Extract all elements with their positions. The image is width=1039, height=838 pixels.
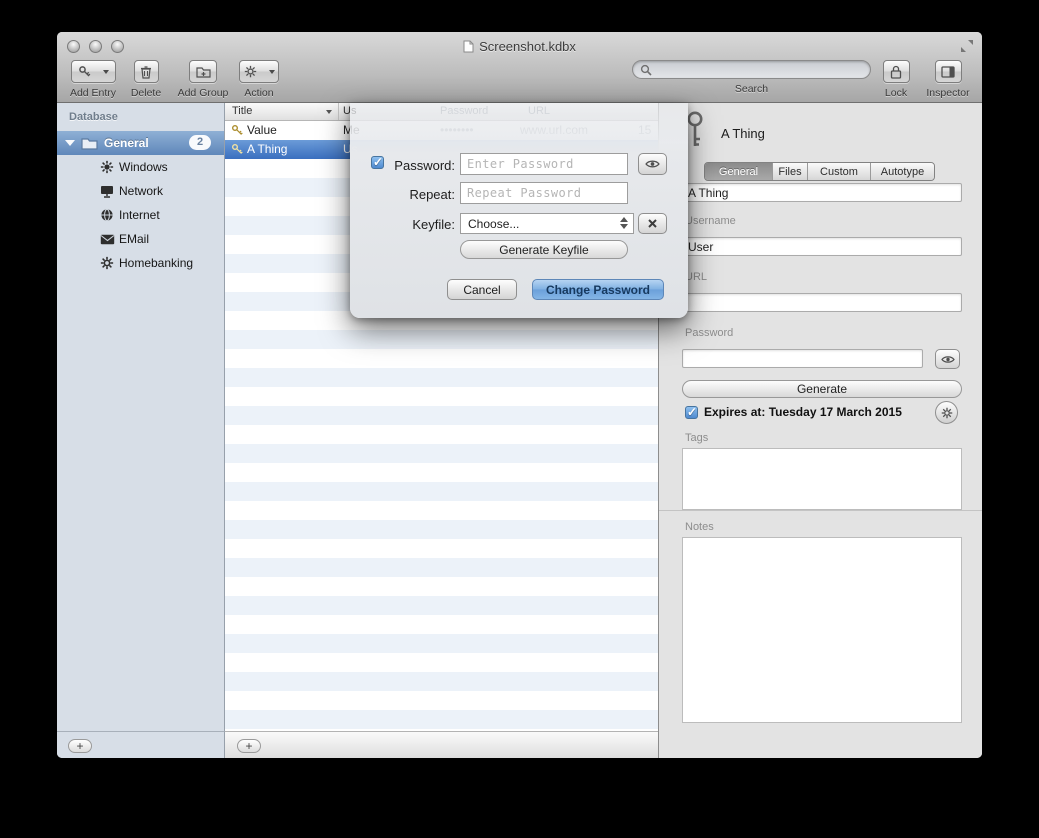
sidebar-footer: + — [57, 731, 225, 758]
tab-files[interactable]: Files — [773, 163, 808, 180]
inspector-label: Inspector — [926, 87, 969, 99]
eye-icon — [645, 159, 660, 169]
change-password-button[interactable]: Change Password — [532, 279, 664, 300]
tags-label: Tags — [685, 432, 708, 444]
action-label: Action — [244, 87, 273, 99]
envelope-icon — [100, 234, 115, 245]
sidebar-item-email[interactable]: EMail — [57, 227, 224, 251]
notes-field[interactable] — [682, 537, 962, 723]
key-icon — [231, 124, 243, 139]
sidebar-item-homebanking[interactable]: Homebanking — [57, 251, 224, 275]
sheet-show-password-button[interactable] — [638, 153, 667, 175]
column-divider[interactable] — [338, 103, 339, 120]
sidebar-section-header: Database — [69, 111, 118, 123]
window-chrome: Screenshot.kdbx Add Entry Delete — [57, 32, 982, 103]
url-field[interactable] — [682, 293, 962, 312]
trash-icon — [140, 65, 152, 79]
sheet-repeat-label: Repeat: — [350, 187, 455, 202]
section-divider — [659, 510, 982, 511]
entry-title: Value — [247, 123, 277, 137]
sidebar-item-general[interactable]: General 2 — [57, 131, 224, 155]
cancel-button[interactable]: Cancel — [447, 279, 517, 300]
notes-label: Notes — [685, 521, 714, 533]
window-title: Screenshot.kdbx — [57, 39, 982, 54]
sheet-password-label: Password: — [350, 158, 455, 173]
add-entry-footer-button[interactable]: + — [237, 739, 261, 753]
inspector-panel: A Thing General Files Custom Autotype Us… — [658, 103, 982, 758]
expires-label: Expires at: Tuesday 17 March 2015 — [704, 405, 902, 419]
disclosure-triangle-icon[interactable] — [65, 140, 75, 146]
chevron-down-icon — [103, 70, 109, 74]
lock-icon — [890, 65, 902, 79]
tab-custom[interactable]: Custom — [808, 163, 871, 180]
password-label: Password — [685, 327, 733, 339]
folder-plus-icon — [196, 66, 211, 78]
generate-keyfile-button[interactable]: Generate Keyfile — [460, 240, 628, 259]
keyfile-dropdown[interactable]: Choose... — [460, 213, 634, 234]
add-group-footer-button[interactable]: + — [68, 739, 92, 753]
url-label: URL — [685, 271, 707, 283]
inspector-panel-icon — [941, 66, 955, 78]
sheet-password-input[interactable] — [460, 153, 628, 175]
column-title[interactable]: Title — [232, 105, 252, 117]
add-group-button[interactable]: Add Group — [171, 60, 235, 99]
close-icon — [648, 219, 657, 228]
add-entry-button[interactable]: Add Entry — [65, 60, 121, 99]
sheet-keyfile-label: Keyfile: — [350, 217, 455, 232]
inspector-tab-bar: General Files Custom Autotype — [704, 162, 935, 181]
key-icon — [231, 143, 243, 158]
search-label: Search — [735, 83, 768, 95]
lock-label: Lock — [885, 87, 907, 99]
expiry-options-button[interactable] — [935, 401, 958, 424]
inspector-entry-title: A Thing — [721, 126, 765, 141]
gear-icon — [100, 256, 115, 270]
chevron-down-icon — [269, 70, 275, 74]
clear-keyfile-button[interactable] — [638, 213, 667, 234]
sidebar: Database General 2 Windows Network Inter… — [57, 103, 225, 731]
tab-general[interactable]: General — [705, 163, 773, 180]
tab-autotype[interactable]: Autotype — [871, 163, 934, 180]
search-input[interactable] — [632, 60, 871, 79]
add-entry-label: Add Entry — [70, 87, 116, 99]
username-field[interactable] — [682, 237, 962, 256]
list-footer: + — [225, 731, 658, 758]
document-icon — [463, 40, 474, 53]
folder-icon — [81, 137, 98, 150]
expires-checkbox[interactable] — [685, 406, 698, 419]
sidebar-item-windows[interactable]: Windows — [57, 155, 224, 179]
sort-caret-icon — [326, 110, 332, 114]
delete-label: Delete — [131, 87, 161, 99]
globe-icon — [100, 208, 115, 222]
show-password-button[interactable] — [935, 349, 960, 369]
change-password-sheet: Password: Repeat: Keyfile: Choose... Gen… — [350, 103, 688, 318]
sidebar-item-network[interactable]: Network — [57, 179, 224, 203]
sidebar-item-internet[interactable]: Internet — [57, 203, 224, 227]
username-label: Username — [685, 215, 736, 227]
entry-count-badge: 2 — [189, 135, 211, 150]
sheet-repeat-input[interactable] — [460, 182, 628, 204]
lock-button[interactable]: Lock — [875, 60, 917, 99]
fullscreen-icon[interactable] — [959, 38, 975, 54]
entry-title: A Thing — [247, 142, 287, 156]
eye-icon — [941, 355, 955, 364]
stepper-arrows-icon — [620, 217, 628, 229]
sidebar-group-label: General — [104, 136, 149, 150]
generate-password-button[interactable]: Generate — [682, 380, 962, 398]
display-icon — [100, 185, 115, 198]
title-field[interactable] — [682, 183, 962, 202]
search-icon — [640, 64, 652, 76]
app-window: Screenshot.kdbx Add Entry Delete — [57, 32, 982, 758]
delete-button[interactable]: Delete — [123, 60, 169, 99]
gear-icon — [238, 61, 263, 82]
tags-field[interactable] — [682, 448, 962, 510]
gear-icon — [100, 160, 115, 174]
inspector-button[interactable]: Inspector — [923, 60, 973, 99]
action-button[interactable]: Action — [235, 60, 283, 99]
key-icon — [72, 61, 97, 82]
gear-icon — [941, 407, 953, 419]
password-field[interactable] — [682, 349, 923, 368]
add-group-label: Add Group — [178, 87, 229, 99]
search-area: Search — [632, 60, 871, 95]
